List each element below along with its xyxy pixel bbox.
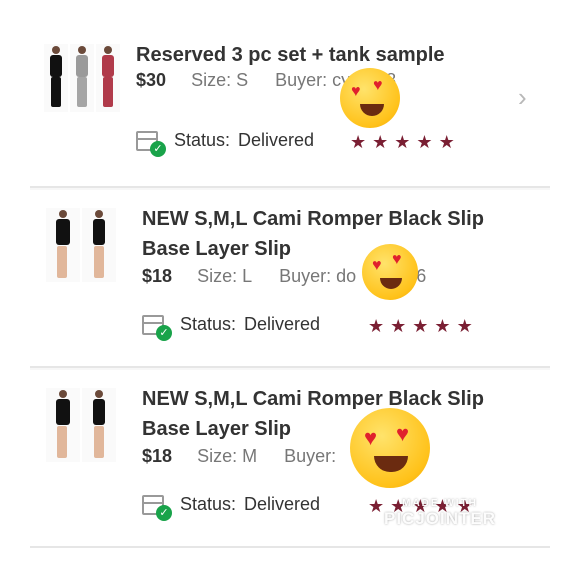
- item-buyer: Buyer: do: [279, 266, 357, 286]
- watermark: MADE WITH PICJOINTER: [384, 498, 497, 528]
- star-icon: ★: [372, 132, 389, 152]
- item-title[interactable]: NEW S,M,L Cami Romper Black Slip Base La…: [142, 204, 484, 264]
- status-value: Delivered: [238, 130, 315, 150]
- status-value: Delivered: [244, 314, 321, 334]
- item-thumbnail[interactable]: [46, 208, 116, 282]
- sold-items-list: Reserved 3 pc set + tank sample $30 Size…: [30, 28, 550, 548]
- item-thumbnail[interactable]: [46, 388, 116, 462]
- item-status: ✓ Status: Delivered: [142, 494, 321, 521]
- heart-eyes-emoji: ♥ ♥: [350, 408, 430, 488]
- package-delivered-icon: ✓: [136, 130, 166, 157]
- star-icon: ★: [394, 132, 411, 152]
- item-title[interactable]: Reserved 3 pc set + tank sample: [136, 40, 445, 70]
- item-title[interactable]: NEW S,M,L Cami Romper Black Slip Base La…: [142, 384, 484, 444]
- item-meta: $18 Size: M Buyer:: [142, 446, 336, 467]
- star-rating: ★ ★ ★ ★ ★: [368, 317, 473, 335]
- status-value: Delivered: [244, 494, 321, 514]
- star-icon: ★: [412, 316, 429, 336]
- star-icon: ★: [350, 132, 367, 152]
- package-delivered-icon: ✓: [142, 494, 172, 521]
- chevron-right-icon[interactable]: ›: [518, 82, 527, 113]
- star-icon: ★: [456, 316, 473, 336]
- star-icon: ★: [368, 496, 385, 516]
- item-price: $18: [142, 446, 173, 466]
- item-size: Size: L: [197, 266, 253, 286]
- star-rating: ★ ★ ★ ★ ★: [350, 133, 455, 151]
- item-status: ✓ Status: Delivered: [136, 130, 315, 157]
- sold-item-card[interactable]: NEW S,M,L Cami Romper Black Slip Base La…: [30, 190, 550, 368]
- star-icon: ★: [416, 132, 433, 152]
- item-price: $18: [142, 266, 173, 286]
- item-buyer: Buyer:: [284, 446, 337, 466]
- heart-eyes-emoji: ♥ ♥: [362, 244, 418, 300]
- heart-eyes-emoji: ♥ ♥: [340, 68, 400, 128]
- star-icon: ★: [368, 316, 385, 336]
- star-icon: ★: [438, 132, 455, 152]
- item-price: $30: [136, 70, 167, 90]
- item-size: Size: M: [197, 446, 258, 466]
- item-status: ✓ Status: Delivered: [142, 314, 321, 341]
- sold-item-card[interactable]: Reserved 3 pc set + tank sample $30 Size…: [30, 28, 550, 188]
- star-icon: ★: [390, 316, 407, 336]
- item-buyer: Buyer: cy: [275, 70, 351, 90]
- item-size: Size: S: [191, 70, 249, 90]
- star-icon: ★: [434, 316, 451, 336]
- package-delivered-icon: ✓: [142, 314, 172, 341]
- item-thumbnail[interactable]: [44, 44, 120, 112]
